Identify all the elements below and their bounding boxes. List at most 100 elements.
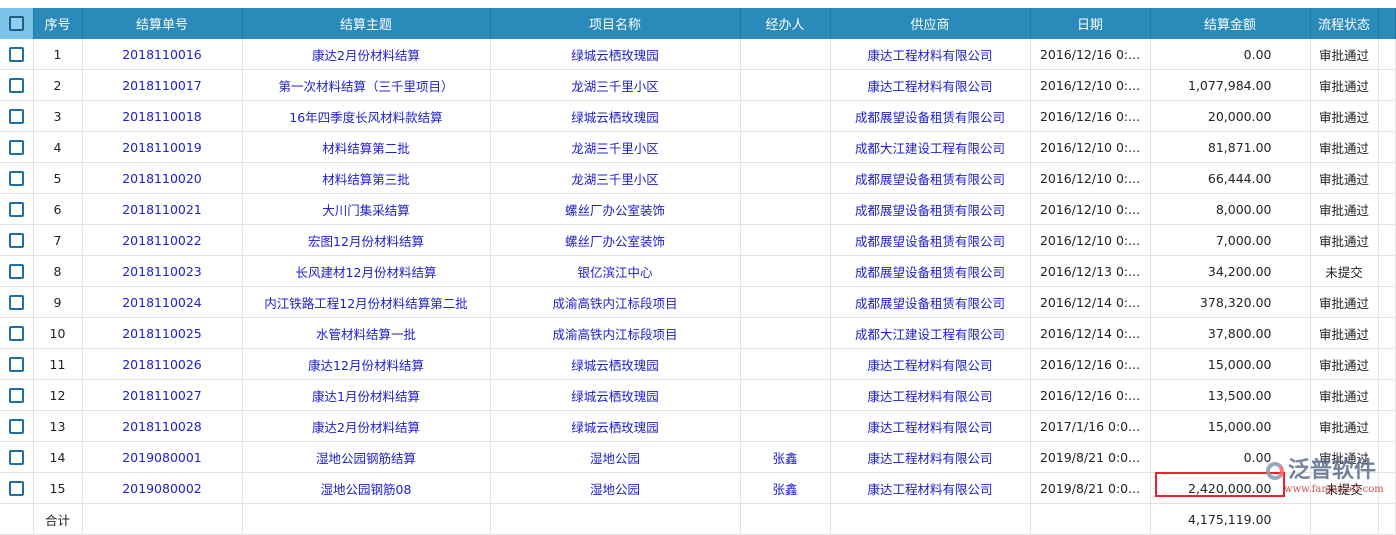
cell-handler[interactable] [740,317,831,349]
row-checkbox[interactable] [0,472,34,504]
table-row[interactable]: 13 2018110028 康达2月份材料结算 绿城云栖玫瑰园 康达工程材料有限公司 20… [0,410,1396,442]
table-row[interactable]: 8 2018110023 长风建材12月份材料结算 银亿滨江中心 成都展望设备租赁有限公… [0,255,1396,287]
cell-project[interactable]: 螺丝厂办公室装饰 [490,193,741,225]
table-row[interactable]: 11 2018110026 康达12月份材料结算 绿城云栖玫瑰园 康达工程材料有限公司 2… [0,348,1396,380]
row-checkbox[interactable] [0,224,34,256]
cell-supplier[interactable]: 成都展望设备租赁有限公司 [830,193,1031,225]
cell-handler[interactable] [740,286,831,318]
row-checkbox[interactable] [0,379,34,411]
cell-settlement-no[interactable]: 2018110020 [82,162,243,194]
cell-project[interactable]: 银亿滨江中心 [490,255,741,287]
cell-project[interactable]: 绿城云栖玫瑰园 [490,410,741,442]
cell-supplier[interactable]: 成都展望设备租赁有限公司 [830,224,1031,256]
cell-subject[interactable]: 材料结算第三批 [242,162,491,194]
table-row[interactable]: 3 2018110018 16年四季度长风材料款结算 绿城云栖玫瑰园 成都展望设备租赁有… [0,100,1396,132]
select-all-checkbox[interactable] [0,8,34,39]
cell-project[interactable]: 绿城云栖玫瑰园 [490,379,741,411]
row-checkbox[interactable] [0,348,34,380]
cell-handler[interactable] [740,348,831,380]
col-header-supplier[interactable]: 供应商 [830,8,1031,39]
cell-subject[interactable]: 康达12月份材料结算 [242,348,491,380]
cell-project[interactable]: 螺丝厂办公室装饰 [490,224,741,256]
cell-project[interactable]: 成渝高铁内江标段项目 [490,317,741,349]
cell-project[interactable]: 湿地公园 [490,472,741,504]
row-checkbox[interactable] [0,317,34,349]
cell-supplier[interactable]: 成都展望设备租赁有限公司 [830,286,1031,318]
cell-subject[interactable]: 康达1月份材料结算 [242,379,491,411]
cell-subject[interactable]: 湿地公园钢筋结算 [242,441,491,473]
cell-project[interactable]: 绿城云栖玫瑰园 [490,100,741,132]
cell-settlement-no[interactable]: 2018110028 [82,410,243,442]
cell-handler[interactable]: 张鑫 [740,441,831,473]
row-checkbox[interactable] [0,69,34,101]
cell-settlement-no[interactable]: 2018110025 [82,317,243,349]
cell-subject[interactable]: 大川门集采结算 [242,193,491,225]
cell-supplier[interactable]: 成都展望设备租赁有限公司 [830,162,1031,194]
cell-settlement-no[interactable]: 2018110023 [82,255,243,287]
col-header-subject[interactable]: 结算主题 [242,8,491,39]
col-header-project[interactable]: 项目名称 [490,8,741,39]
cell-settlement-no[interactable]: 2018110016 [82,39,243,70]
cell-project[interactable]: 龙湖三千里小区 [490,69,741,101]
col-header-date[interactable]: 日期 [1030,8,1151,39]
row-checkbox[interactable] [0,286,34,318]
cell-handler[interactable] [740,131,831,163]
cell-handler[interactable] [740,39,831,70]
cell-handler[interactable] [740,224,831,256]
table-row[interactable]: 12 2018110027 康达1月份材料结算 绿城云栖玫瑰园 康达工程材料有限公司 20… [0,379,1396,411]
cell-settlement-no[interactable]: 2019080001 [82,441,243,473]
cell-subject[interactable]: 16年四季度长风材料款结算 [242,100,491,132]
cell-supplier[interactable]: 康达工程材料有限公司 [830,472,1031,504]
table-row[interactable]: 14 2019080001 湿地公园钢筋结算 湿地公园 张鑫 康达工程材料有限公司 2019… [0,441,1396,473]
cell-handler[interactable] [740,379,831,411]
cell-subject[interactable]: 第一次材料结算（三千里项目） [242,69,491,101]
cell-supplier[interactable]: 康达工程材料有限公司 [830,410,1031,442]
cell-subject[interactable]: 宏图12月份材料结算 [242,224,491,256]
cell-handler[interactable] [740,255,831,287]
cell-supplier[interactable]: 康达工程材料有限公司 [830,379,1031,411]
cell-handler[interactable] [740,100,831,132]
row-checkbox[interactable] [0,131,34,163]
table-row[interactable]: 4 2018110019 材料结算第二批 龙湖三千里小区 成都大江建设工程有限公司 201… [0,131,1396,163]
table-row[interactable]: 1 2018110016 康达2月份材料结算 绿城云栖玫瑰园 康达工程材料有限公司 201… [0,39,1396,70]
cell-settlement-no[interactable]: 2018110022 [82,224,243,256]
cell-supplier[interactable]: 成都大江建设工程有限公司 [830,317,1031,349]
cell-handler[interactable] [740,193,831,225]
row-checkbox[interactable] [0,193,34,225]
cell-subject[interactable]: 水管材料结算一批 [242,317,491,349]
cell-project[interactable]: 龙湖三千里小区 [490,162,741,194]
cell-supplier[interactable]: 成都展望设备租赁有限公司 [830,255,1031,287]
cell-project[interactable]: 成渝高铁内江标段项目 [490,286,741,318]
cell-supplier[interactable]: 成都展望设备租赁有限公司 [830,100,1031,132]
row-checkbox[interactable] [0,39,34,70]
cell-subject[interactable]: 材料结算第二批 [242,131,491,163]
cell-settlement-no[interactable]: 2018110021 [82,193,243,225]
cell-settlement-no[interactable]: 2018110018 [82,100,243,132]
col-header-status[interactable]: 流程状态 [1310,8,1379,39]
row-checkbox[interactable] [0,441,34,473]
col-header-seq[interactable]: 序号 [33,8,83,39]
cell-handler[interactable] [740,410,831,442]
cell-supplier[interactable]: 康达工程材料有限公司 [830,39,1031,70]
row-checkbox[interactable] [0,162,34,194]
row-checkbox[interactable] [0,100,34,132]
cell-settlement-no[interactable]: 2019080002 [82,472,243,504]
row-checkbox[interactable] [0,410,34,442]
cell-handler[interactable] [740,69,831,101]
table-row[interactable]: 5 2018110020 材料结算第三批 龙湖三千里小区 成都展望设备租赁有限公司 201… [0,162,1396,194]
table-row[interactable]: 2 2018110017 第一次材料结算（三千里项目） 龙湖三千里小区 康达工程材料有限… [0,69,1396,101]
cell-handler[interactable]: 张鑫 [740,472,831,504]
cell-subject[interactable]: 长风建材12月份材料结算 [242,255,491,287]
cell-settlement-no[interactable]: 2018110026 [82,348,243,380]
cell-project[interactable]: 龙湖三千里小区 [490,131,741,163]
cell-settlement-no[interactable]: 2018110019 [82,131,243,163]
cell-supplier[interactable]: 康达工程材料有限公司 [830,441,1031,473]
cell-project[interactable]: 绿城云栖玫瑰园 [490,348,741,380]
cell-settlement-no[interactable]: 2018110027 [82,379,243,411]
cell-settlement-no[interactable]: 2018110017 [82,69,243,101]
table-row[interactable]: 7 2018110022 宏图12月份材料结算 螺丝厂办公室装饰 成都展望设备租赁有限公… [0,224,1396,256]
cell-settlement-no[interactable]: 2018110024 [82,286,243,318]
cell-supplier[interactable]: 康达工程材料有限公司 [830,69,1031,101]
table-row[interactable]: 6 2018110021 大川门集采结算 螺丝厂办公室装饰 成都展望设备租赁有限公司 20… [0,193,1396,225]
cell-supplier[interactable]: 成都大江建设工程有限公司 [830,131,1031,163]
